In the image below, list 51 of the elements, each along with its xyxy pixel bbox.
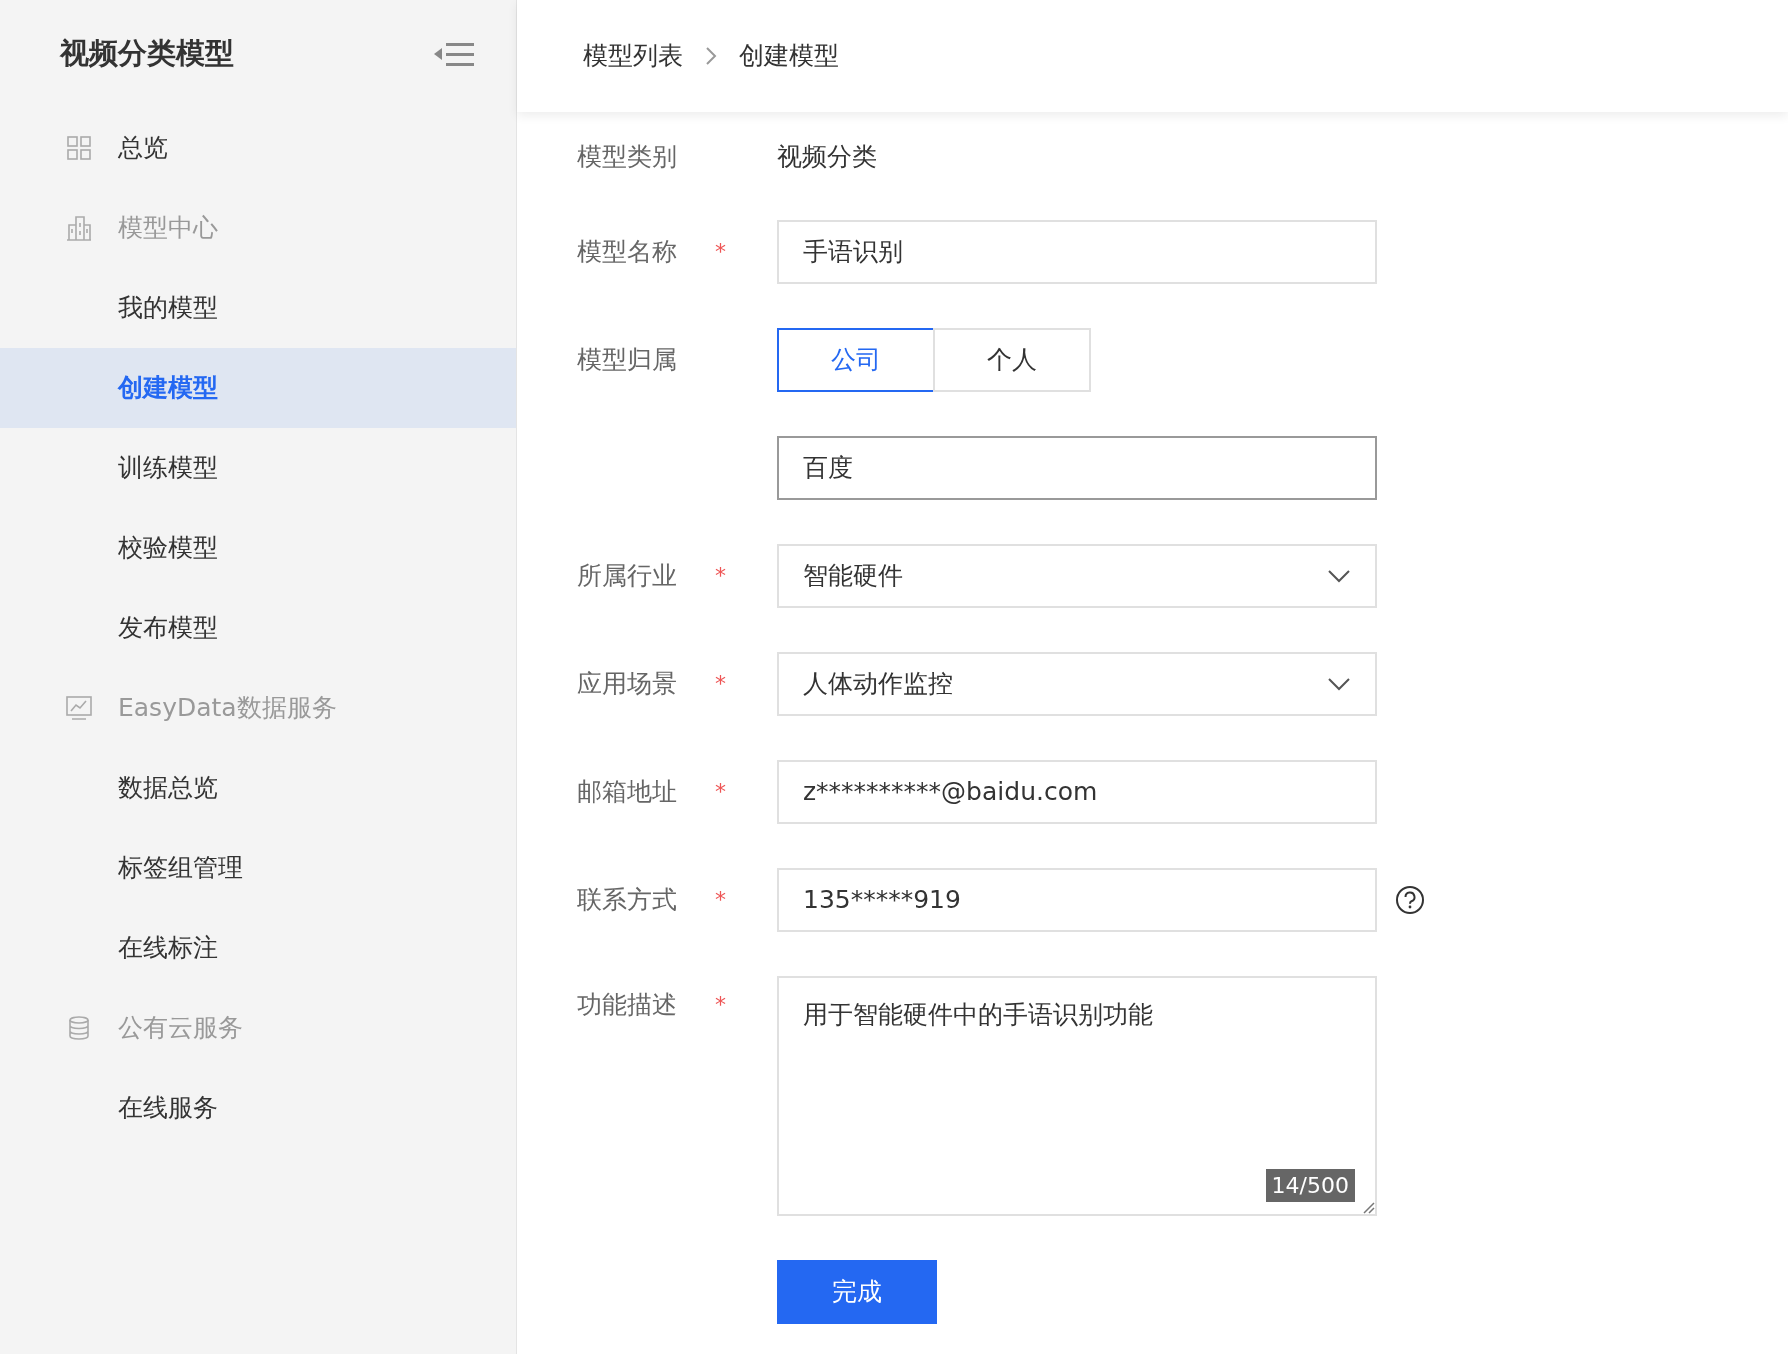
required-asterisk: * — [715, 990, 727, 1019]
nav-item[interactable]: 数据总览 — [118, 769, 218, 807]
input-field[interactable]: 百度 — [777, 435, 1377, 500]
database-icon — [66, 1015, 92, 1041]
input-field[interactable]: z**********@baidu.com — [777, 759, 1377, 824]
required-asterisk: * — [715, 670, 727, 698]
nav-item[interactable]: 总览 — [118, 129, 168, 167]
nav-item[interactable]: 校验模型 — [118, 529, 218, 567]
required-asterisk: * — [715, 778, 727, 806]
nav-group-label: 模型中心 — [118, 212, 218, 245]
input-field[interactable]: 手语识别 — [777, 219, 1377, 284]
nav-item[interactable]: 在线标注 — [118, 929, 218, 967]
field-label: 模型类别 — [577, 141, 678, 173]
segment-tab[interactable]: 个人 — [933, 327, 1091, 392]
grid-icon — [66, 135, 92, 161]
nav-item[interactable]: 发布模型 — [118, 609, 218, 647]
nav-item[interactable]: 我的模型 — [118, 289, 218, 327]
submit-button[interactable]: 完成 — [777, 1259, 937, 1324]
input-field[interactable]: 135*****919 — [777, 867, 1377, 932]
breadcrumb-current: 创建模型 — [739, 40, 839, 73]
resize-grip-icon[interactable] — [1361, 1199, 1375, 1214]
required-asterisk: * — [715, 238, 727, 266]
nav-item[interactable]: 在线服务 — [118, 1089, 218, 1127]
nav-item[interactable]: 训练模型 — [118, 449, 218, 487]
segment-tab[interactable]: 公司 — [777, 327, 935, 392]
field-label: 应用场景 — [577, 667, 678, 700]
required-asterisk: * — [715, 562, 727, 590]
dropdown[interactable]: 智能硬件 — [777, 543, 1377, 608]
field-value: 视频分类 — [777, 141, 877, 173]
field-label: 功能描述 — [577, 988, 678, 1021]
building-icon — [66, 215, 92, 241]
field-label: 联系方式 — [577, 883, 678, 916]
nav-item[interactable]: 标签组管理 — [118, 849, 243, 887]
chevron-right-icon — [705, 46, 717, 66]
help-icon[interactable] — [1395, 884, 1425, 915]
dropdown[interactable]: 人体动作监控 — [777, 651, 1377, 716]
breadcrumb-link[interactable]: 模型列表 — [583, 37, 683, 75]
sidebar-title: 视频分类模型 — [60, 35, 234, 73]
nav-group-label: 公有云服务 — [118, 1012, 243, 1045]
chevron-down-icon — [1327, 568, 1351, 583]
chevron-down-icon — [1327, 676, 1351, 691]
field-label: 邮箱地址 — [577, 775, 678, 808]
field-label: 模型归属 — [577, 343, 678, 376]
field-label: 模型名称 — [577, 235, 678, 268]
chart-monitor-icon — [66, 695, 92, 721]
required-asterisk: * — [715, 886, 727, 914]
collapse-menu-icon[interactable] — [432, 40, 476, 68]
field-label: 所属行业 — [577, 559, 678, 592]
character-counter: 14/500 — [1265, 1168, 1355, 1202]
nav-group-label: EasyData数据服务 — [118, 692, 337, 725]
nav-item[interactable]: 创建模型 — [118, 369, 218, 407]
